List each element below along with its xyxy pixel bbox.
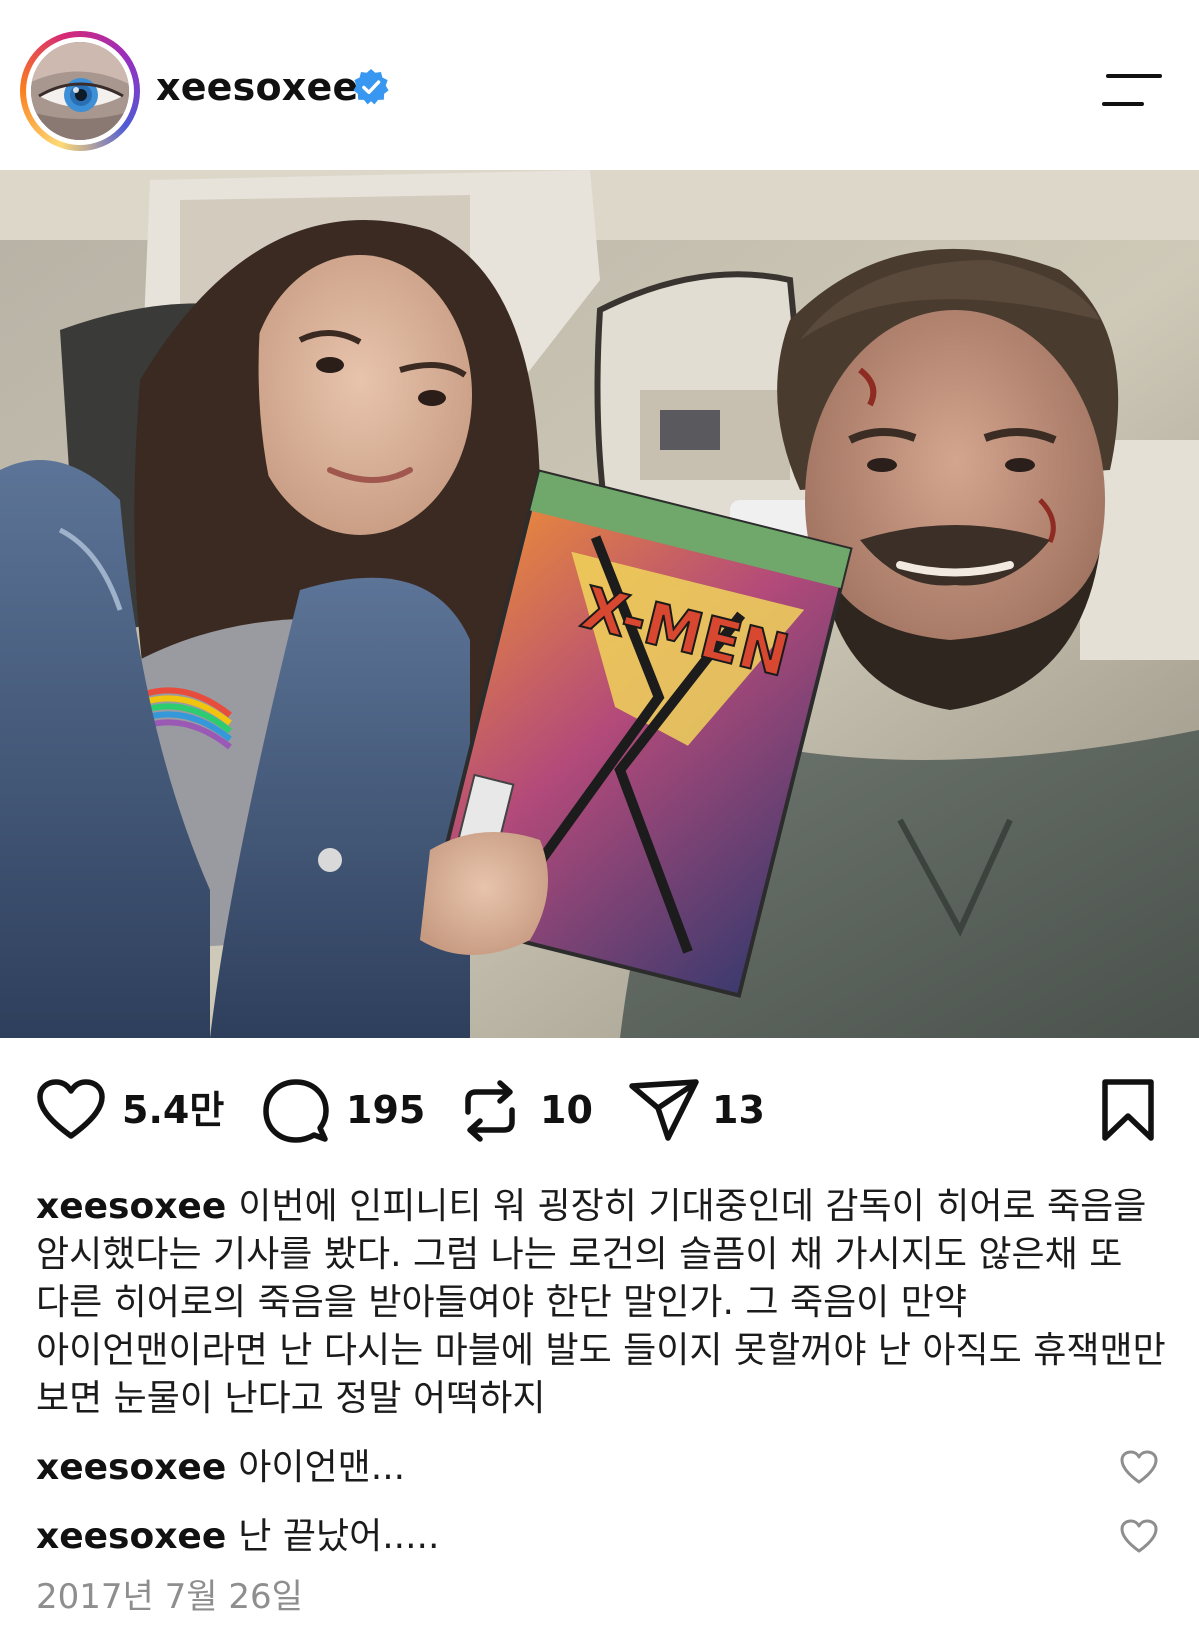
comments-count[interactable]: 195 <box>346 1088 425 1132</box>
likes-count[interactable]: 5.4만 <box>122 1088 224 1132</box>
comment-bubble-icon[interactable] <box>263 1078 329 1144</box>
avatar-story-ring[interactable] <box>20 31 140 151</box>
comment-like-heart-icon[interactable] <box>1119 1519 1159 1555</box>
avatar-eye-image <box>31 42 129 140</box>
action-bar: 5.4만 195 10 13 <box>0 1060 1199 1160</box>
post-caption: xeesoxee 이번에 인피니티 워 굉장히 기대중인데 감독이 히어로 죽음을… <box>36 1183 1166 1423</box>
post-date: 2017년 7월 26일 <box>36 1577 303 1617</box>
like-heart-icon[interactable] <box>36 1078 106 1142</box>
comment-username[interactable]: xeesoxee <box>36 1447 226 1488</box>
post-photo-image: X-MEN <box>0 170 1199 1038</box>
post-photo[interactable]: X-MEN <box>0 170 1199 1038</box>
post-header: xeesoxee <box>0 0 1199 168</box>
shares-count[interactable]: 13 <box>712 1088 765 1132</box>
header-username[interactable]: xeesoxee <box>156 64 358 110</box>
comment-item: xeesoxee 아이언맨... <box>36 1444 405 1492</box>
comment-username[interactable]: xeesoxee <box>36 1516 226 1557</box>
comment-like-heart-icon[interactable] <box>1119 1450 1159 1486</box>
bookmark-icon[interactable] <box>1101 1078 1155 1142</box>
repost-icon[interactable] <box>460 1078 520 1144</box>
comment-text: 난 끝났어..... <box>238 1516 440 1557</box>
share-send-icon[interactable] <box>628 1078 700 1144</box>
avatar[interactable] <box>31 42 129 140</box>
caption-username[interactable]: xeesoxee <box>36 1186 226 1227</box>
verified-badge-icon <box>353 68 389 105</box>
comment-text: 아이언맨... <box>238 1447 406 1488</box>
comment-item: xeesoxee 난 끝났어..... <box>36 1513 439 1561</box>
reposts-count[interactable]: 10 <box>540 1088 593 1132</box>
menu-icon[interactable] <box>1102 72 1164 108</box>
